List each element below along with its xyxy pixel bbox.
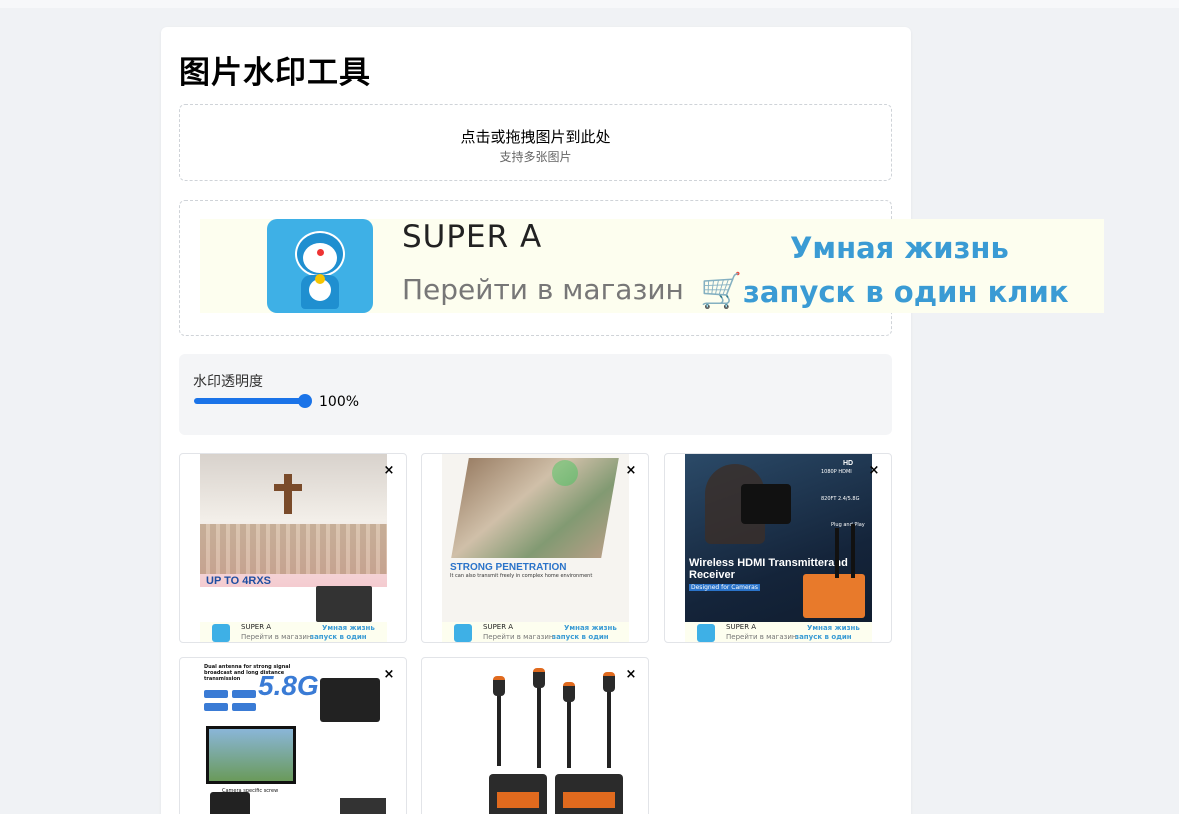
mini-watermark: SUPER A Перейти в магазин Умная жизнь за… (685, 622, 872, 642)
image-card: × (421, 657, 649, 814)
close-icon[interactable]: × (379, 665, 399, 685)
image-card: UP TO 4RXS SUPER A Перейти в магазин Умн… (179, 453, 407, 643)
opacity-slider[interactable] (194, 394, 312, 408)
mini-watermark: SUPER A Перейти в магазин Умная жизнь за… (442, 622, 629, 642)
watermark-shop-link: Перейти в магазин (402, 273, 684, 306)
slider-thumb[interactable] (298, 394, 312, 408)
caption-title: STRONG PENETRATION (450, 562, 567, 573)
caption-title: 5.8G (258, 670, 319, 701)
avatar-icon (212, 624, 230, 642)
image-card: Dual antenna for strong signal broadcast… (179, 657, 407, 814)
image-card: STRONG PENETRATION It can also transmit … (421, 453, 649, 643)
close-icon[interactable]: × (621, 461, 641, 481)
caption-title: UP TO 4RXS (206, 575, 272, 587)
badge-hdmi: 1080P HDMI (821, 469, 852, 475)
close-icon[interactable]: × (621, 665, 641, 685)
watermark-preview: SUPER A Перейти в магазин 🛒 Умная жизнь … (200, 219, 1104, 313)
slider-track (194, 398, 308, 404)
badge-hd: HD (843, 460, 854, 467)
upload-main-text: 点击或拖拽图片到此处 (460, 128, 611, 146)
avatar-icon (454, 624, 472, 642)
upload-dropzone[interactable]: 点击或拖拽图片到此处 支持多张图片 (179, 104, 892, 181)
close-icon[interactable]: × (379, 461, 399, 481)
avatar-icon (697, 624, 715, 642)
upload-sub-text: 支持多张图片 (499, 150, 572, 164)
preview-image: HD 1080P HDMI 820FT 2.4/5.8G Plug and Pl… (685, 454, 872, 642)
caption-sub: Designed for Cameras (689, 584, 760, 591)
preview-image: STRONG PENETRATION It can also transmit … (442, 454, 629, 642)
watermark-slogan-1: Умная жизнь (790, 231, 1009, 265)
doraemon-avatar-icon (267, 219, 373, 313)
opacity-label: 水印透明度 (193, 374, 263, 390)
opacity-panel: 水印透明度 100% (179, 354, 892, 435)
preview-image (442, 658, 629, 814)
caption-sub: It can also transmit freely in complex h… (450, 573, 593, 579)
watermark-brand: SUPER A (402, 219, 543, 255)
watermark-slogan-2: запуск в один клик (743, 275, 1069, 309)
top-strip (0, 0, 1179, 8)
close-icon[interactable]: × (864, 461, 884, 481)
image-card: HD 1080P HDMI 820FT 2.4/5.8G Plug and Pl… (664, 453, 892, 643)
badge-range: 820FT 2.4/5.8G (821, 496, 860, 502)
mini-watermark: SUPER A Перейти в магазин Умная жизнь за… (200, 622, 387, 642)
preview-image: Dual antenna for strong signal broadcast… (200, 658, 387, 814)
page-title: 图片水印工具 (179, 55, 371, 91)
cart-icon: 🛒 (700, 271, 743, 311)
preview-image: UP TO 4RXS SUPER A Перейти в магазин Умн… (200, 454, 387, 642)
opacity-value: 100% (319, 394, 360, 410)
